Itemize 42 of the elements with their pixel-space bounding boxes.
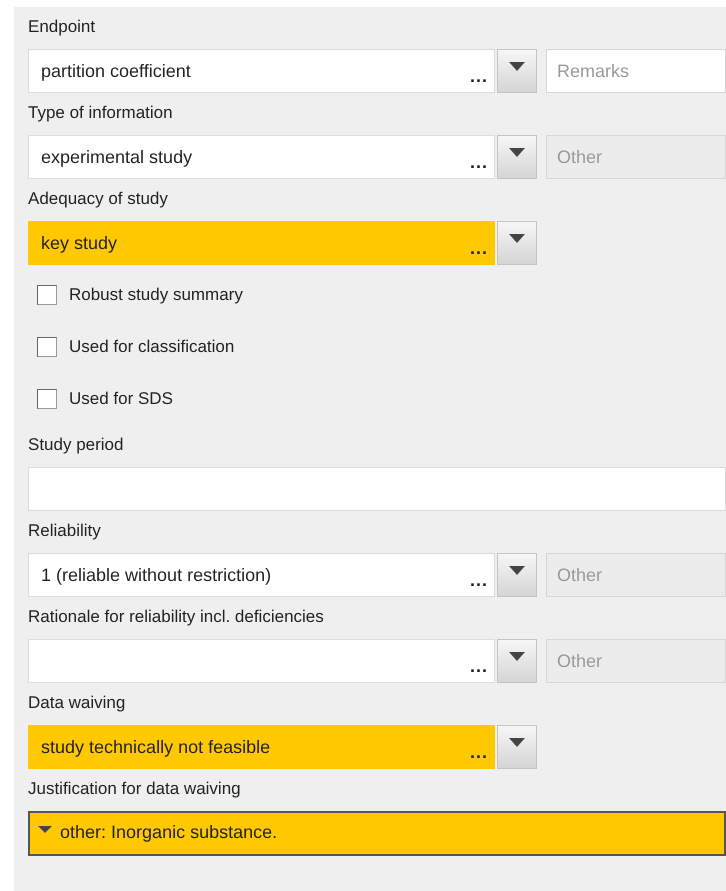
caret-icon xyxy=(509,234,525,243)
checkbox[interactable] xyxy=(37,337,57,357)
dropdown-button[interactable] xyxy=(497,221,537,265)
picklist-field[interactable]: ... xyxy=(28,639,495,683)
browse-button[interactable]: ... xyxy=(470,67,488,85)
expanded-triangle-icon[interactable] xyxy=(38,824,52,836)
caret-icon xyxy=(509,62,525,71)
dropdown-button[interactable] xyxy=(497,725,537,769)
picklist-field[interactable]: study technically not feasible ... xyxy=(28,725,495,769)
checkbox-label: Used for SDS xyxy=(69,388,173,410)
checkbox-label: Robust study summary xyxy=(69,284,243,306)
browse-button[interactable]: ... xyxy=(470,153,488,171)
dropdown-button[interactable] xyxy=(497,135,537,179)
memo-field[interactable]: other: Inorganic substance. xyxy=(28,811,726,856)
dropdown-button[interactable] xyxy=(497,639,537,683)
remarks-field[interactable]: Remarks xyxy=(546,49,726,93)
caret-icon xyxy=(509,652,525,661)
picklist-field[interactable]: experimental study ... xyxy=(28,135,495,179)
field-label: Type of information xyxy=(28,102,173,124)
dropdown-button[interactable] xyxy=(497,553,537,597)
text-field[interactable] xyxy=(28,467,726,511)
field-label: Endpoint xyxy=(28,16,96,38)
checkbox-label: Used for classification xyxy=(69,336,234,358)
caret-icon xyxy=(509,738,525,747)
caret-icon xyxy=(509,148,525,157)
field-label: Adequacy of study xyxy=(28,188,168,210)
picklist-field[interactable]: partition coefficient ... xyxy=(28,49,495,93)
field-label: Justification for data waiving xyxy=(28,778,241,800)
dropdown-button[interactable] xyxy=(497,49,537,93)
checkbox[interactable] xyxy=(37,285,57,305)
browse-button[interactable]: ... xyxy=(470,743,488,761)
picklist-field[interactable]: 1 (reliable without restriction) ... xyxy=(28,553,495,597)
field-label: Reliability xyxy=(28,520,101,542)
picklist-field[interactable]: key study ... xyxy=(28,221,495,265)
field-label: Study period xyxy=(28,434,124,456)
field-label: Rationale for reliability incl. deficiencies xyxy=(28,606,324,628)
field-label: Data waiving xyxy=(28,692,126,714)
checkbox[interactable] xyxy=(37,389,57,409)
browse-button[interactable]: ... xyxy=(470,571,488,589)
browse-button[interactable]: ... xyxy=(470,657,488,675)
caret-icon xyxy=(509,566,525,575)
browse-button[interactable]: ... xyxy=(470,239,488,257)
